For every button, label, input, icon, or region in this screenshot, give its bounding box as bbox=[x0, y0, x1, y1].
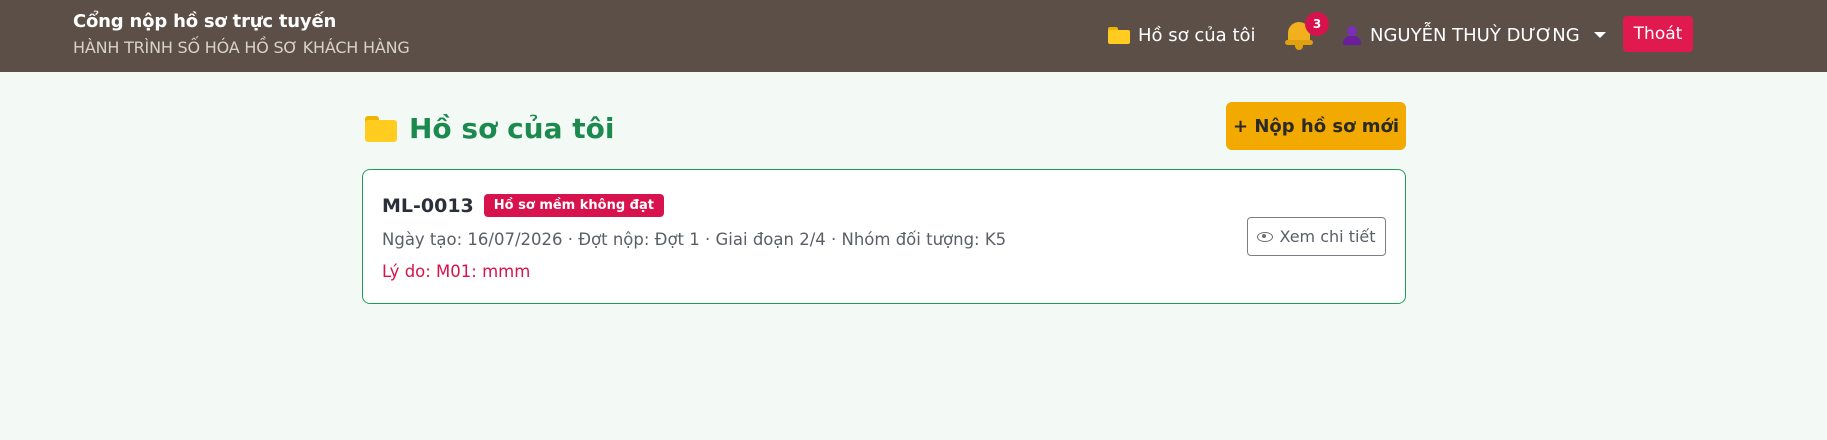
page-heading: Hồ sơ của tôi bbox=[365, 112, 614, 145]
brand-subtitle: HÀNH TRÌNH SỐ HÓA HỒ SƠ KHÁCH HÀNG bbox=[73, 38, 410, 57]
top-navbar: Cổng nộp hồ sơ trực tuyến HÀNH TRÌNH SỐ … bbox=[0, 0, 1827, 72]
notification-count-badge: 3 bbox=[1305, 12, 1329, 36]
folder-icon bbox=[365, 115, 397, 142]
nav-my-files-label: Hồ sơ của tôi bbox=[1138, 24, 1256, 46]
status-badge: Hồ sơ mềm không đạt bbox=[483, 194, 664, 217]
nav-my-files-link[interactable]: Hồ sơ của tôi bbox=[1108, 22, 1256, 48]
record-meta: Ngày tạo: 16/07/2026 · Đợt nộp: Đợt 1 · … bbox=[382, 230, 1007, 249]
view-detail-button[interactable]: Xem chi tiết bbox=[1247, 217, 1386, 256]
logout-button[interactable]: Thoát bbox=[1623, 16, 1693, 52]
record-code: ML-0013 bbox=[382, 194, 474, 217]
view-detail-label: Xem chi tiết bbox=[1279, 227, 1376, 246]
user-menu-dropdown[interactable]: NGUYỄN THUỲ DƯƠNG bbox=[1342, 22, 1606, 48]
user-icon bbox=[1342, 25, 1362, 45]
user-name: NGUYỄN THUỲ DƯƠNG bbox=[1370, 24, 1580, 46]
eye-icon bbox=[1257, 231, 1274, 242]
chevron-down-icon bbox=[1593, 32, 1606, 38]
record-reason: Lý do: M01: mmm bbox=[382, 262, 531, 281]
record-card: ML-0013 Hồ sơ mềm không đạt Ngày tạo: 16… bbox=[362, 169, 1406, 304]
brand-title: Cổng nộp hồ sơ trực tuyến bbox=[73, 11, 337, 32]
folder-icon bbox=[1108, 26, 1130, 44]
new-submission-button[interactable]: + Nộp hồ sơ mới bbox=[1226, 102, 1406, 150]
brand[interactable]: Cổng nộp hồ sơ trực tuyến HÀNH TRÌNH SỐ … bbox=[73, 11, 410, 57]
page-title: Hồ sơ của tôi bbox=[409, 112, 615, 145]
